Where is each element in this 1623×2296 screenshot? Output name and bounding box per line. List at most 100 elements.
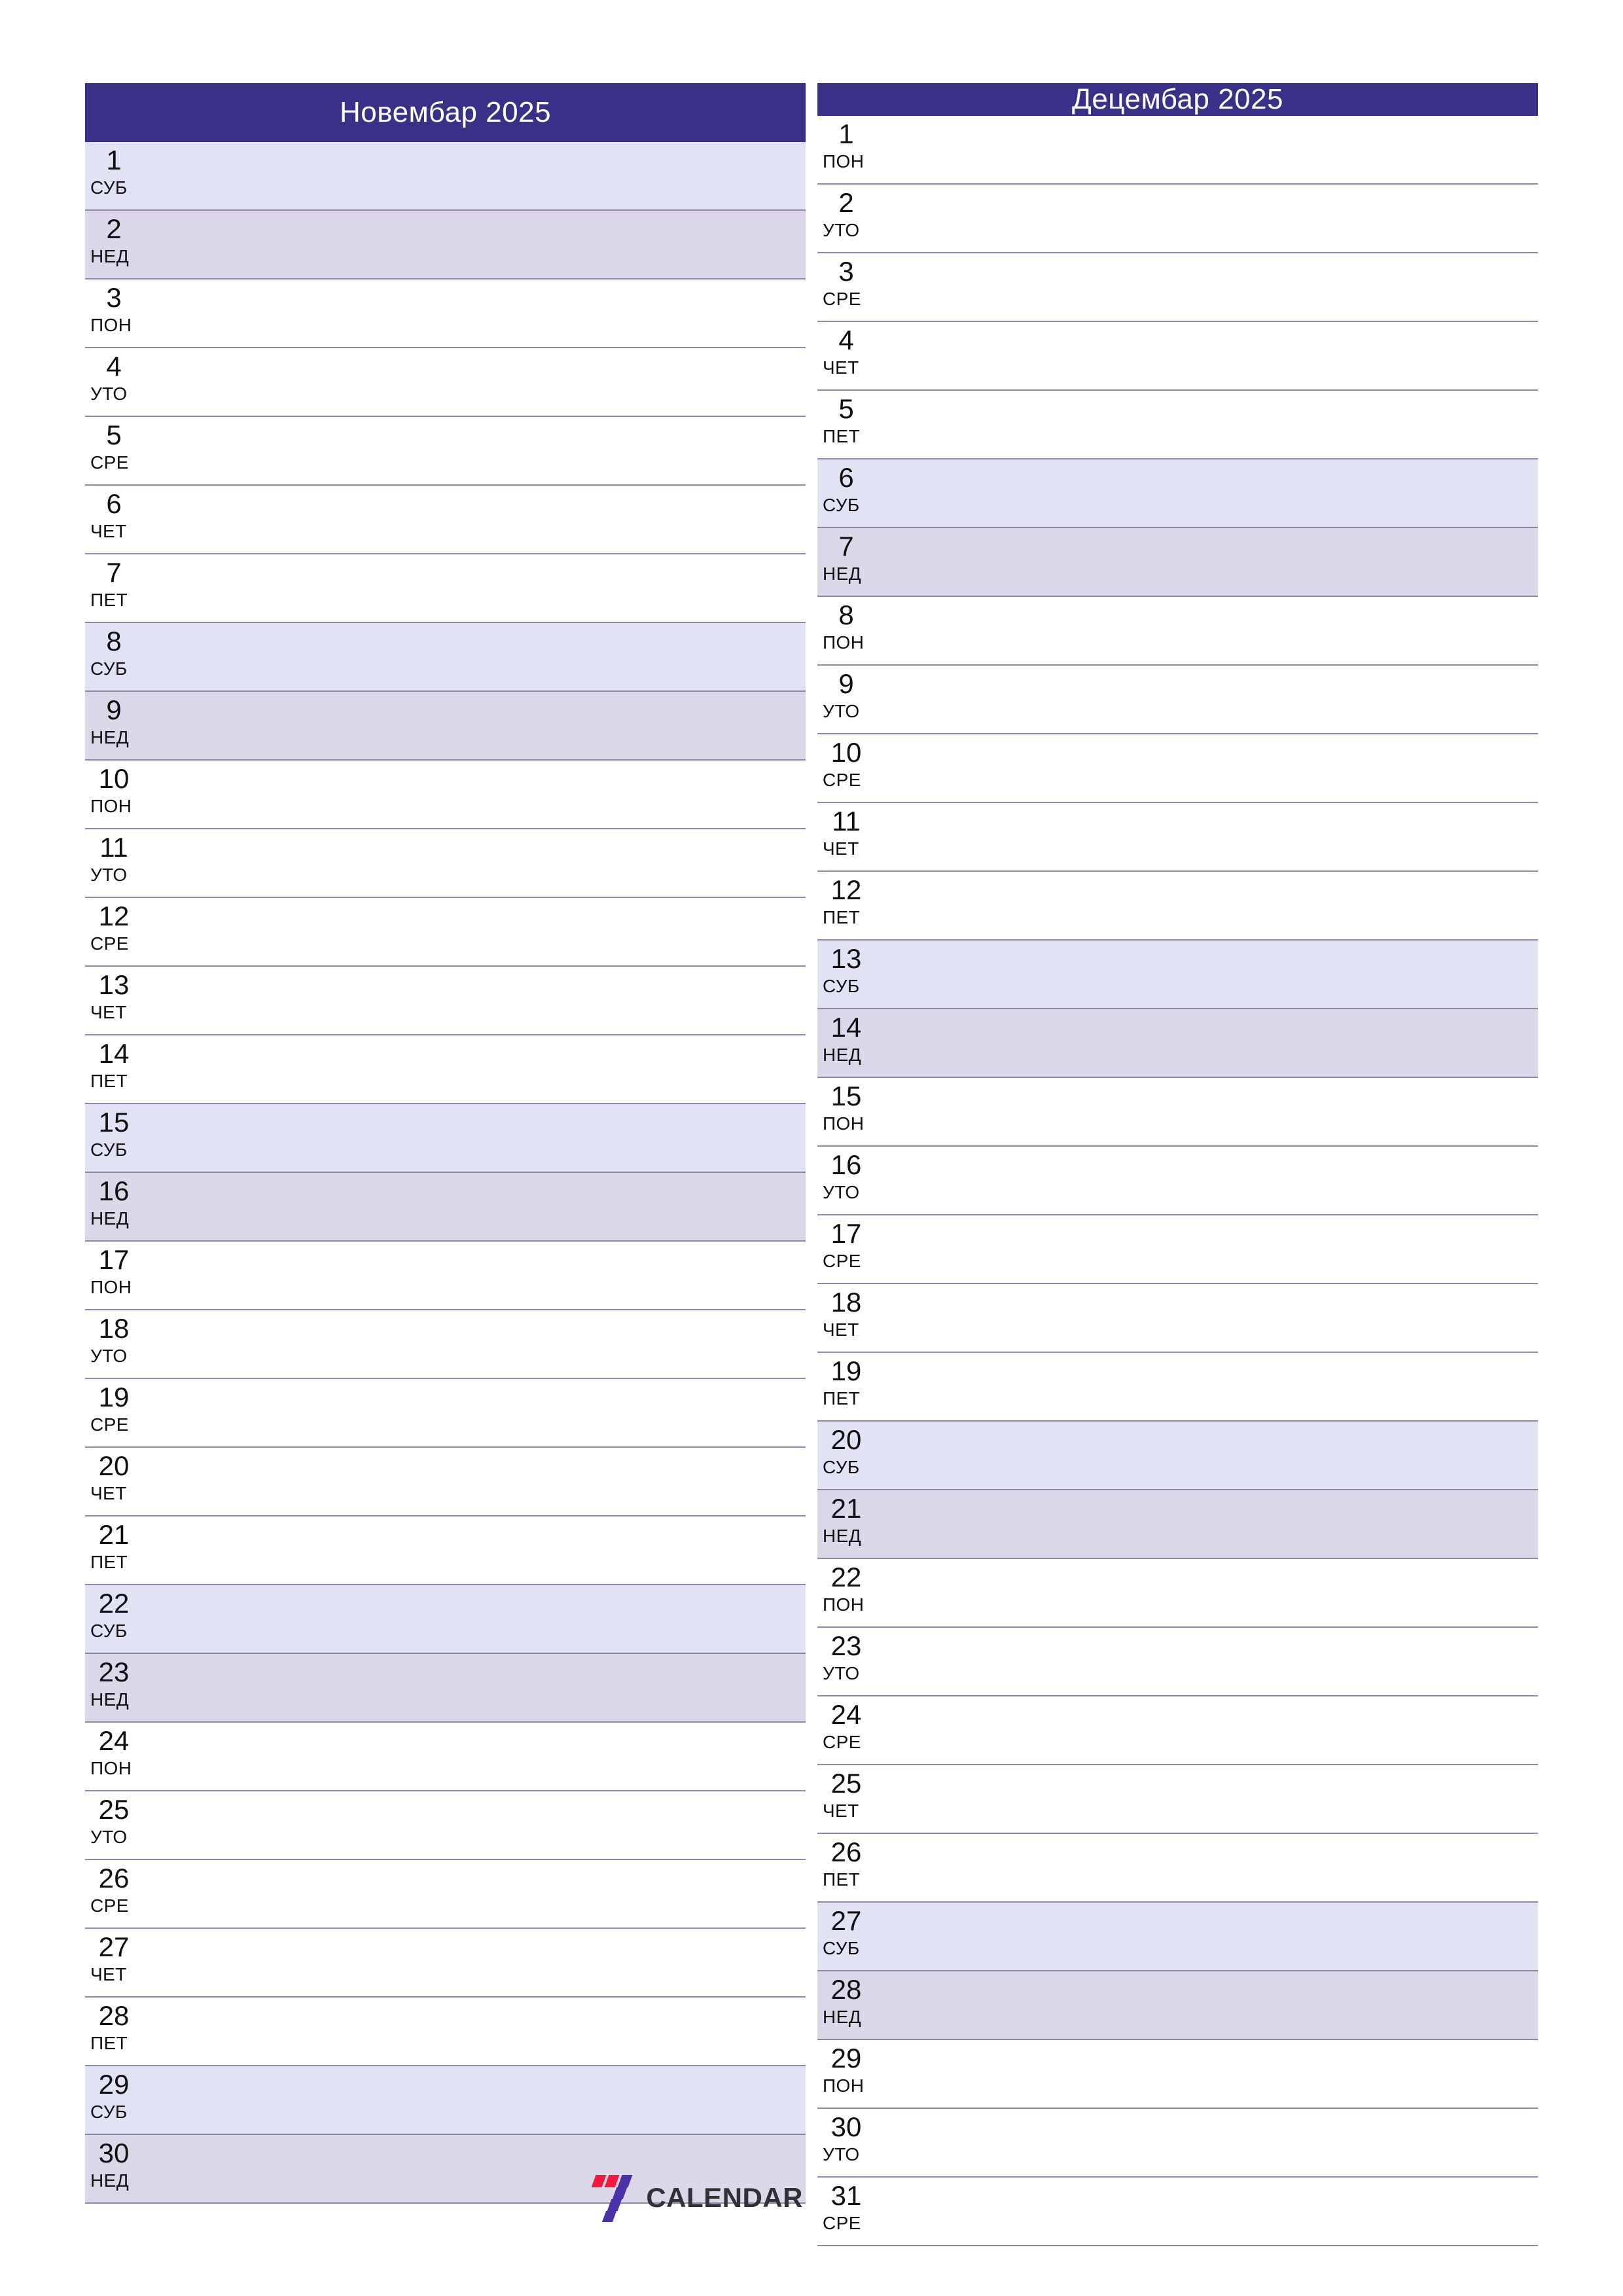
day-row[interactable]: 30 УТО <box>817 2109 1538 2178</box>
day-number: 16 <box>98 1175 130 1206</box>
day-row[interactable]: 5 ПЕТ <box>817 391 1538 459</box>
day-row[interactable]: 7 ПЕТ <box>85 554 806 623</box>
day-weekday-abbr: ЧЕТ <box>823 1319 859 1340</box>
day-weekday-abbr: НЕД <box>823 2007 862 2027</box>
day-row[interactable]: 16 УТО <box>817 1147 1538 1215</box>
day-weekday-abbr: СУБ <box>90 658 128 679</box>
day-weekday-abbr: ПЕТ <box>90 590 128 610</box>
day-weekday-abbr: ЧЕТ <box>90 1002 127 1022</box>
day-number: 15 <box>830 1081 862 1111</box>
day-weekday-abbr: ЧЕТ <box>823 1801 859 1821</box>
day-row[interactable]: 23 НЕД <box>85 1654 806 1723</box>
day-row[interactable]: 1 ПОН <box>817 116 1538 185</box>
day-weekday-abbr: УТО <box>823 1663 860 1683</box>
day-row[interactable]: 24 ПОН <box>85 1723 806 1791</box>
day-row[interactable]: 11 УТО <box>85 829 806 898</box>
day-row[interactable]: 21 ПЕТ <box>85 1516 806 1585</box>
day-number: 8 <box>106 626 122 656</box>
day-row[interactable]: 21 НЕД <box>817 1490 1538 1559</box>
day-row[interactable]: 25 ЧЕТ <box>817 1765 1538 1834</box>
day-number: 16 <box>830 1149 862 1180</box>
day-row[interactable]: 10 ПОН <box>85 761 806 829</box>
day-weekday-abbr: ПОН <box>90 1758 132 1778</box>
day-number: 2 <box>106 213 122 244</box>
day-weekday-abbr: ЧЕТ <box>90 1483 127 1503</box>
day-number: 26 <box>98 1863 130 1893</box>
day-row[interactable]: 15 СУБ <box>85 1104 806 1173</box>
day-row[interactable]: 16 НЕД <box>85 1173 806 1242</box>
day-row[interactable]: 11 ЧЕТ <box>817 803 1538 872</box>
day-row[interactable]: 19 СРЕ <box>85 1379 806 1448</box>
day-row[interactable]: 18 УТО <box>85 1310 806 1379</box>
day-number: 5 <box>838 393 854 424</box>
day-row[interactable]: 28 НЕД <box>817 1971 1538 2040</box>
day-list-december: 1 ПОН 2 УТО 3 СРЕ 4 ЧЕТ 5 ПЕТ 6 СУБ 7 НЕД 8 ПОН 9 УТО 10 СР… <box>817 116 1538 2246</box>
day-row[interactable]: 29 СУБ <box>85 2066 806 2135</box>
day-row[interactable]: 10 СРЕ <box>817 734 1538 803</box>
day-weekday-abbr: НЕД <box>90 246 130 266</box>
day-row[interactable]: 13 СУБ <box>817 941 1538 1009</box>
day-row[interactable]: 14 НЕД <box>817 1009 1538 1078</box>
day-number: 14 <box>830 1012 862 1043</box>
day-row[interactable]: 20 ЧЕТ <box>85 1448 806 1516</box>
day-number: 21 <box>98 1519 130 1550</box>
day-number: 24 <box>830 1699 862 1730</box>
day-row[interactable]: 8 ПОН <box>817 597 1538 666</box>
day-row[interactable]: 4 УТО <box>85 348 806 417</box>
day-row[interactable]: 23 УТО <box>817 1628 1538 1696</box>
day-row[interactable]: 15 ПОН <box>817 1078 1538 1147</box>
day-row[interactable]: 14 ПЕТ <box>85 1035 806 1104</box>
day-weekday-abbr: СРЕ <box>823 1251 861 1271</box>
day-row[interactable]: 9 НЕД <box>85 692 806 761</box>
day-row[interactable]: 8 СУБ <box>85 623 806 692</box>
day-row[interactable]: 19 ПЕТ <box>817 1353 1538 1422</box>
day-number: 25 <box>98 1794 130 1825</box>
day-row[interactable]: 13 ЧЕТ <box>85 967 806 1035</box>
day-weekday-abbr: СУБ <box>823 1457 860 1477</box>
day-row[interactable]: 1 СУБ <box>85 142 806 211</box>
day-row[interactable]: 27 СУБ <box>817 1903 1538 1971</box>
day-row[interactable]: 22 ПОН <box>817 1559 1538 1628</box>
day-row[interactable]: 3 ПОН <box>85 279 806 348</box>
day-weekday-abbr: УТО <box>90 865 128 885</box>
day-number: 22 <box>98 1588 130 1619</box>
day-weekday-abbr: УТО <box>823 220 860 240</box>
day-row[interactable]: 22 СУБ <box>85 1585 806 1654</box>
day-row[interactable]: 26 ПЕТ <box>817 1834 1538 1903</box>
month-column-december: Децембар 2025 1 ПОН 2 УТО 3 СРЕ 4 ЧЕТ 5 ПЕТ 6 СУБ 7 Н… <box>817 83 1538 2246</box>
day-row[interactable]: 6 СУБ <box>817 459 1538 528</box>
day-row[interactable]: 6 ЧЕТ <box>85 486 806 554</box>
day-weekday-abbr: СРЕ <box>823 1732 861 1752</box>
day-row[interactable]: 18 ЧЕТ <box>817 1284 1538 1353</box>
day-row[interactable]: 4 ЧЕТ <box>817 322 1538 391</box>
day-row[interactable]: 29 ПОН <box>817 2040 1538 2109</box>
day-row[interactable]: 20 СУБ <box>817 1422 1538 1490</box>
day-weekday-abbr: СРЕ <box>90 452 129 473</box>
day-number: 30 <box>830 2111 862 2142</box>
day-row[interactable]: 17 ПОН <box>85 1242 806 1310</box>
day-number: 18 <box>98 1313 130 1344</box>
day-row[interactable]: 31 СРЕ <box>817 2178 1538 2246</box>
day-number: 17 <box>830 1218 862 1249</box>
day-number: 30 <box>98 2138 130 2168</box>
day-number: 9 <box>106 694 122 725</box>
day-row[interactable]: 26 СРЕ <box>85 1860 806 1929</box>
day-row[interactable]: 12 СРЕ <box>85 898 806 967</box>
day-row[interactable]: 2 НЕД <box>85 211 806 279</box>
day-number: 1 <box>838 118 854 149</box>
day-row[interactable]: 9 УТО <box>817 666 1538 734</box>
day-row[interactable]: 25 УТО <box>85 1791 806 1860</box>
day-number: 29 <box>98 2069 130 2100</box>
day-row[interactable]: 12 ПЕТ <box>817 872 1538 941</box>
day-number: 14 <box>98 1038 130 1069</box>
day-row[interactable]: 17 СРЕ <box>817 1215 1538 1284</box>
day-row[interactable]: 28 ПЕТ <box>85 1998 806 2066</box>
day-row[interactable]: 7 НЕД <box>817 528 1538 597</box>
day-row[interactable]: 24 СРЕ <box>817 1696 1538 1765</box>
day-number: 7 <box>106 557 122 588</box>
day-row[interactable]: 3 СРЕ <box>817 253 1538 322</box>
day-row[interactable]: 2 УТО <box>817 185 1538 253</box>
brand-logo-text: CALENDAR <box>646 2182 803 2213</box>
day-row[interactable]: 27 ЧЕТ <box>85 1929 806 1998</box>
day-row[interactable]: 5 СРЕ <box>85 417 806 486</box>
